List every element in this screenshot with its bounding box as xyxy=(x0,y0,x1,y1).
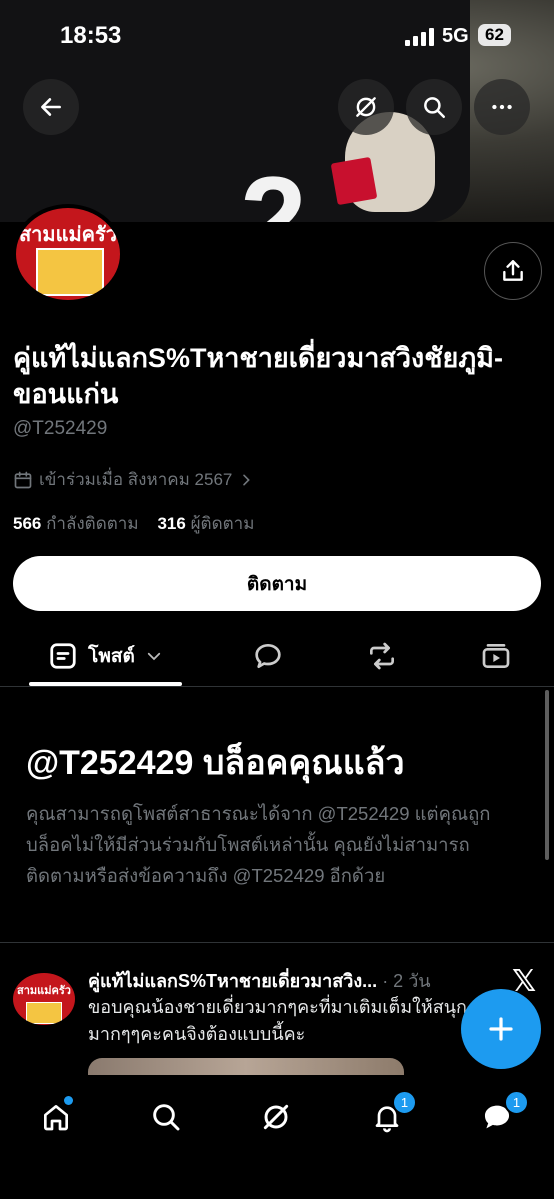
chevron-right-icon xyxy=(243,474,251,485)
followers-count: 316 xyxy=(157,514,186,533)
nav-messages[interactable]: 1 xyxy=(472,1090,529,1139)
banner-digit: 2 xyxy=(240,152,307,222)
replies-icon xyxy=(255,644,281,668)
tab-media[interactable] xyxy=(470,628,522,684)
follow-stats: 566 กำลังติดตาม 316 ผู้ติดตาม xyxy=(13,510,254,537)
home-icon xyxy=(44,1105,68,1131)
bottom-nav: 1 1 xyxy=(0,1075,554,1199)
banner-red-tag xyxy=(330,156,378,206)
grok-nav-icon xyxy=(263,1104,289,1130)
profile-handle: @T252429 xyxy=(13,418,108,439)
following-link[interactable]: 566 กำลังติดตาม xyxy=(13,514,139,533)
avatar-logo-text: สามแม่ครัว xyxy=(18,224,118,246)
followers-link[interactable]: 316 ผู้ติดตาม xyxy=(157,514,254,533)
calendar-icon xyxy=(14,471,32,488)
tab-reposts[interactable] xyxy=(356,628,408,684)
nav-grok[interactable] xyxy=(251,1095,301,1139)
post-author-avatar[interactable]: สามแม่ครัว xyxy=(13,973,75,1025)
compose-button[interactable] xyxy=(461,989,541,1069)
messages-badge: 1 xyxy=(504,1090,529,1115)
following-count: 566 xyxy=(13,514,42,533)
following-label: กำลังติดตาม xyxy=(46,514,139,533)
joined-date-text: เข้าร่วมเมื่อ สิงหาคม 2567 xyxy=(39,470,233,489)
divider xyxy=(0,942,554,943)
back-button[interactable] xyxy=(23,79,79,135)
active-tab-indicator xyxy=(29,682,182,686)
post-author-name[interactable]: คู่แท้ไม่แลกS%Tหาชายเดี่ยวมาสวิง... xyxy=(88,971,377,991)
nav-search[interactable] xyxy=(141,1095,191,1139)
retweet-icon xyxy=(370,642,394,670)
search-button[interactable] xyxy=(406,79,462,135)
grok-icon xyxy=(356,97,376,117)
follow-button[interactable]: ติดตาม xyxy=(13,556,541,611)
network-label: 5G xyxy=(442,25,469,47)
battery-indicator: 62 xyxy=(478,24,511,46)
post-text: ขอบคุณน้องชายเดี่ยวมากๆคะที่มาเติมเต็มให… xyxy=(88,997,467,1044)
profile-display-name: คู่แท้ไม่แลกS%Tหาชายเดี่ยวมาสวิงชัยภูมิ-… xyxy=(13,343,503,409)
signal-icon xyxy=(405,28,434,46)
more-button[interactable] xyxy=(474,79,530,135)
nav-notifications[interactable]: 1 xyxy=(362,1090,417,1139)
blocked-description: คุณสามารถดูโพสต์สาธารณะได้จาก @T252429 แ… xyxy=(26,803,491,886)
profile-tabs: โพสต์ xyxy=(0,628,554,687)
scrollbar[interactable] xyxy=(545,690,549,860)
tab-replies[interactable] xyxy=(242,628,294,684)
media-icon xyxy=(482,644,510,668)
notifications-badge: 1 xyxy=(392,1090,417,1115)
post-time: · 2 วัน xyxy=(382,971,431,991)
share-icon xyxy=(503,260,523,281)
tab-posts[interactable]: โพสต์ xyxy=(29,628,182,684)
tab-posts-label: โพสต์ xyxy=(88,646,135,667)
share-button[interactable] xyxy=(484,242,542,300)
post-avatar-text: สามแม่ครัว xyxy=(17,985,71,997)
search-icon xyxy=(424,97,445,118)
status-bar: 18:53 5G 62 xyxy=(0,22,554,52)
back-arrow-icon xyxy=(41,98,61,116)
joined-date[interactable]: เข้าร่วมเมื่อ สิงหาคม 2567 xyxy=(13,466,254,493)
more-icon xyxy=(492,104,512,110)
avatar-logo-picture xyxy=(36,248,104,296)
profile-avatar[interactable]: สามแม่ครัว xyxy=(12,204,124,304)
status-time: 18:53 xyxy=(60,22,122,49)
blocked-title: @T252429 บล็อคคุณแล้ว xyxy=(26,744,405,782)
grok-button[interactable] xyxy=(338,79,394,135)
post-avatar-picture xyxy=(26,1002,62,1024)
search-nav-icon xyxy=(153,1104,180,1131)
home-unread-dot xyxy=(64,1096,73,1105)
posts-tab-icon xyxy=(50,643,76,669)
avatar-image: สามแม่ครัว xyxy=(16,208,120,300)
post-header: คู่แท้ไม่แลกS%Tหาชายเดี่ยวมาสวิง... · 2 … xyxy=(88,966,468,995)
followers-label: ผู้ติดตาม xyxy=(190,514,255,533)
nav-home[interactable] xyxy=(31,1095,81,1139)
plus-icon xyxy=(489,1017,513,1041)
chevron-down-icon xyxy=(147,652,160,661)
